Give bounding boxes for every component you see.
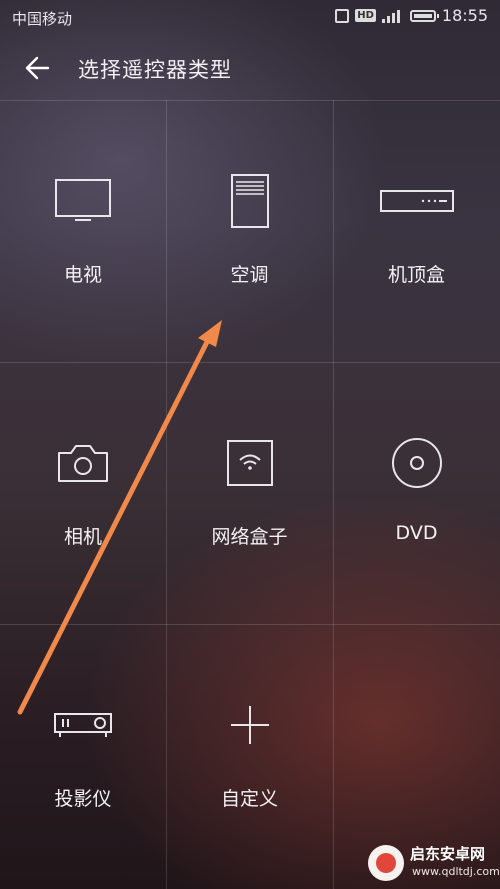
status-icons: HD 18:55 [335, 6, 488, 25]
camera-icon [58, 445, 108, 482]
battery-icon [409, 9, 439, 22]
air-conditioner-icon [230, 174, 269, 228]
back-button[interactable] [20, 50, 56, 86]
device-network-box[interactable]: 网络盒子 [166, 362, 333, 624]
device-label: DVD [395, 522, 438, 544]
signal-icon [381, 9, 404, 23]
clock: 18:55 [441, 6, 488, 25]
device-dvd[interactable]: DVD [333, 362, 500, 624]
device-label: 网络盒子 [211, 526, 288, 548]
device-grid: 电视 空调 机顶盒 相机 网络盒子 DVD 投影仪 自定义 [0, 100, 500, 889]
device-label: 自定义 [220, 788, 278, 810]
page-title: 选择遥控器类型 [78, 58, 232, 82]
device-label: 电视 [63, 264, 102, 286]
device-label: 空调 [230, 264, 269, 286]
arrow-left-icon [25, 56, 50, 80]
device-set-top-box[interactable]: 机顶盒 [333, 100, 500, 362]
watermark-url: www.qdltdj.com [412, 865, 500, 878]
device-camera[interactable]: 相机 [0, 362, 166, 624]
status-bar: 中国移动 HD 18:55 [0, 0, 500, 34]
device-label: 投影仪 [54, 788, 112, 810]
app-bar: 选择遥控器类型 [0, 34, 500, 100]
device-projector[interactable]: 投影仪 [0, 624, 166, 889]
network-box-icon [226, 440, 273, 486]
carrier-name: 中国移动 [12, 10, 73, 28]
plus-icon [230, 706, 269, 744]
logo-icon [368, 845, 404, 881]
device-label: 机顶盒 [387, 264, 445, 286]
watermark-logo: 启东安卓网 www.qdltdj.com [360, 835, 500, 889]
tv-icon [55, 179, 111, 221]
watermark-name: 启东安卓网 [410, 845, 486, 863]
vibrate-icon [335, 8, 350, 23]
projector-icon [54, 713, 112, 737]
device-air-conditioner[interactable]: 空调 [166, 100, 333, 362]
device-label: 相机 [63, 526, 102, 548]
disc-icon [391, 438, 442, 488]
device-custom[interactable]: 自定义 [166, 624, 333, 889]
set-top-box-icon [379, 190, 454, 212]
hd-badge: HD [355, 9, 376, 22]
device-tv[interactable]: 电视 [0, 100, 166, 362]
